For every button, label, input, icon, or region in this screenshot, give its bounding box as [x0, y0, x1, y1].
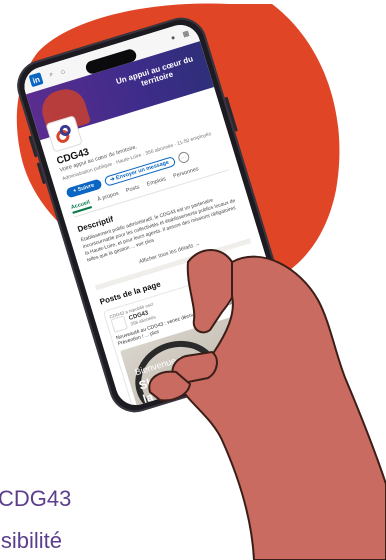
scene: in ⌕ ⌂ ● ▦ Un appui au cœur du territoir…	[0, 0, 386, 560]
bottom-heading-line1: CDG43	[0, 486, 72, 511]
hand-illustration	[148, 249, 386, 560]
bottom-heading-line2: isibilité	[0, 528, 63, 553]
